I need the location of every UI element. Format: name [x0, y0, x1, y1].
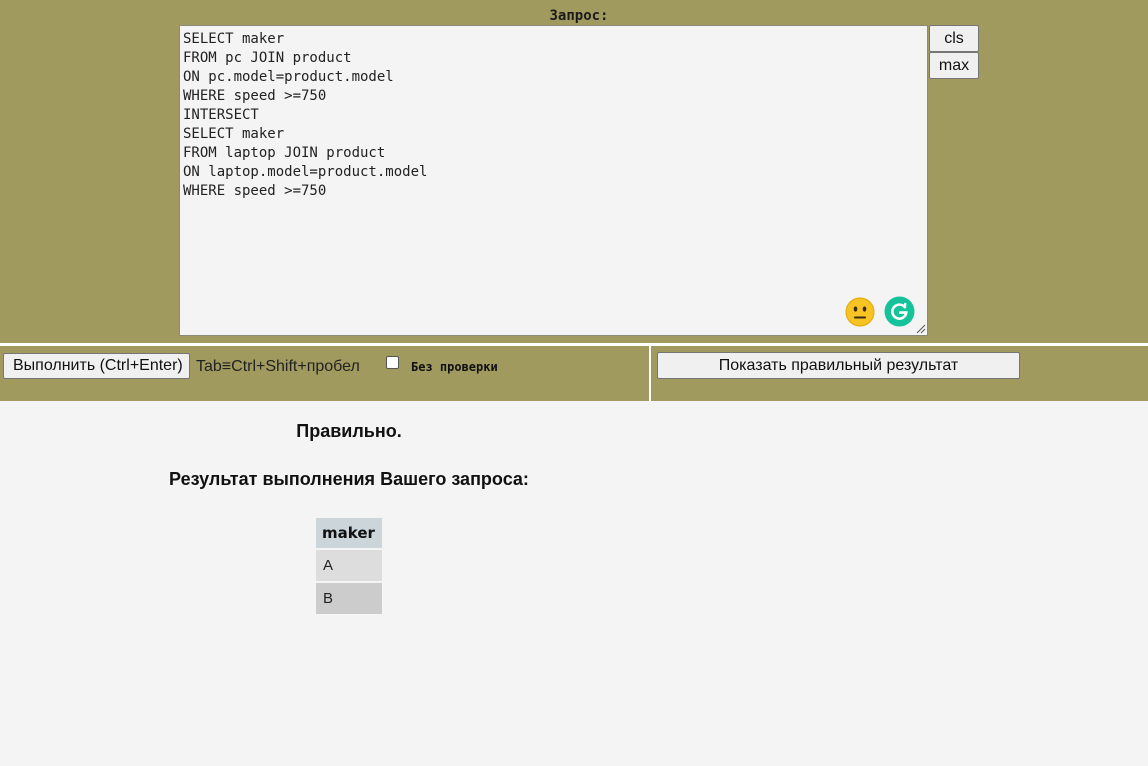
- resize-grip-icon[interactable]: [915, 323, 926, 334]
- table-cell: A: [316, 550, 382, 581]
- result-title: Результат выполнения Вашего запроса:: [169, 469, 529, 489]
- cls-button[interactable]: cls: [929, 25, 979, 52]
- table-row: A: [316, 550, 382, 581]
- neutral-face-emoji-icon[interactable]: [845, 297, 875, 327]
- table-header-row: maker: [316, 518, 382, 548]
- table-row: B: [316, 583, 382, 614]
- grammarly-icon[interactable]: [884, 296, 915, 327]
- tab-hint: Tab≡Ctrl+Shift+пробел: [196, 358, 360, 375]
- column-header-maker: maker: [316, 518, 382, 548]
- no-check-checkbox[interactable]: [386, 356, 399, 369]
- max-button[interactable]: max: [929, 52, 979, 79]
- query-text[interactable]: SELECT maker FROM pc JOIN product ON pc.…: [183, 30, 427, 201]
- no-check-label[interactable]: Без проверки: [411, 360, 498, 374]
- status-message: Правильно.: [296, 421, 402, 441]
- result-table: maker A B: [316, 516, 382, 616]
- run-button[interactable]: Выполнить (Ctrl+Enter): [3, 353, 190, 379]
- show-correct-result-button[interactable]: Показать правильный результат: [657, 352, 1020, 379]
- query-editor[interactable]: SELECT maker FROM pc JOIN product ON pc.…: [179, 25, 928, 336]
- result-controls: Показать правильный результат: [651, 346, 1148, 401]
- run-controls: Выполнить (Ctrl+Enter) Tab≡Ctrl+Shift+пр…: [0, 346, 649, 401]
- query-panel: Запрос: SELECT maker FROM pc JOIN produc…: [0, 0, 1148, 343]
- table-cell: B: [316, 583, 382, 614]
- query-label: Запрос:: [549, 8, 609, 24]
